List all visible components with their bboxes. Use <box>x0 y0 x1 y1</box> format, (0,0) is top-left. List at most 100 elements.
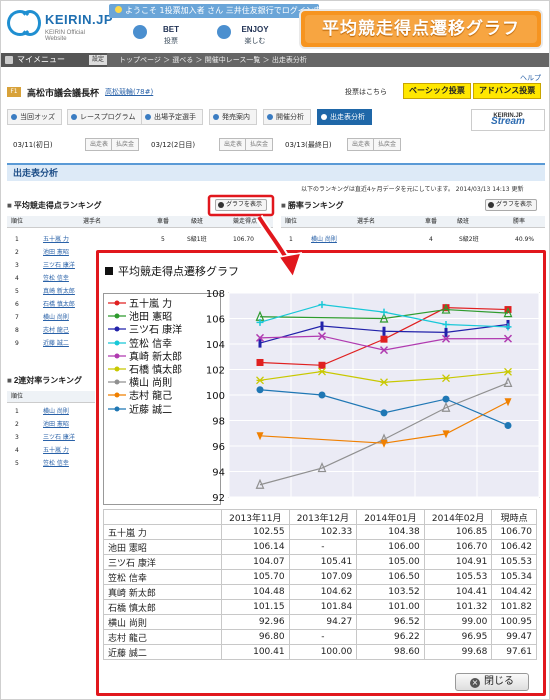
data-point <box>318 361 326 369</box>
score-cell: - <box>288 629 358 645</box>
score-cell: 106.50 <box>356 569 425 585</box>
logo-text: KEIRIN.JP <box>45 12 114 27</box>
score-cell: 100.95 <box>491 614 537 630</box>
y-tick-label: 104 <box>206 340 225 351</box>
tab-odds[interactable]: 当回オッズ <box>7 109 62 125</box>
row-rank: 5 <box>15 288 19 295</box>
keirin-logo[interactable]: KEIRIN.JP KEIRIN Official Website <box>7 8 113 42</box>
table-row: 近藤 誠二 100.41 100.00 98.60 99.68 97.61 <box>103 644 537 660</box>
column-header: 2014年02月 <box>423 509 493 525</box>
row-name-link[interactable]: 三ツ石 康洋 <box>43 261 75 271</box>
data-point <box>380 335 388 343</box>
settings-button[interactable]: 設定 <box>89 55 108 65</box>
score-cell: 100.41 <box>221 644 290 660</box>
data-point <box>320 321 324 331</box>
table-row: 横山 尚則 92.96 94.27 96.52 99.00 100.95 <box>103 614 537 630</box>
y-tick-label: 92 <box>212 493 225 504</box>
column-header: 現時点 <box>491 509 537 525</box>
tab-row: 当回オッズ レースプログラム 出場予定選手 発売案内 開催分析 出走表分析 <box>7 109 547 127</box>
tab-entries[interactable]: 出場予定選手 <box>141 109 203 125</box>
close-label: 閉じる <box>484 676 514 687</box>
nav-bet[interactable]: BET 投票 <box>129 21 213 49</box>
row-rank: 9 <box>15 340 19 347</box>
help-link[interactable]: ヘルプ <box>520 73 541 83</box>
score-cell: 106.42 <box>491 539 537 555</box>
day1-payout-button[interactable]: 払戻金 <box>111 138 140 151</box>
data-point <box>444 327 448 337</box>
row-name-link[interactable]: 五十嵐 力 <box>43 235 69 245</box>
venue-track-link[interactable]: 高松競輪(78#) <box>105 87 153 97</box>
tab-race-analysis[interactable]: 出走表分析 <box>317 109 372 125</box>
score-cell: 99.68 <box>423 644 493 660</box>
col-rank: 順位 <box>285 218 298 225</box>
row-name-link[interactable]: 横山 尚則 <box>311 235 337 245</box>
row-rank: 3 <box>15 262 19 269</box>
col-car: 車番 <box>157 218 170 225</box>
row-rank: 1 <box>289 236 293 243</box>
menu-bar: マイメニュー 設定 トップページ ＞ 選べる ＞ 開催中レース一覧 ＞ 出走表分… <box>1 53 549 67</box>
tab-sales[interactable]: 発売案内 <box>209 109 257 125</box>
row-name-link[interactable]: 近藤 誠二 <box>43 339 69 349</box>
keirin-stream-button[interactable]: KEIRIN.JP Stream <box>471 109 545 131</box>
y-tick-label: 106 <box>206 315 225 326</box>
avg-graph-button[interactable]: グラフを表示 <box>215 199 268 211</box>
tab-meet-analysis[interactable]: 開催分析 <box>263 109 311 125</box>
row-name-link[interactable]: 笠松 信幸 <box>43 459 69 469</box>
row-name-link[interactable]: 池田 憲昭 <box>43 248 69 258</box>
advance-vote-button[interactable]: アドバンス投票 <box>473 83 542 99</box>
y-tick-label: 98 <box>212 417 225 428</box>
score-cell: 101.84 <box>288 599 358 615</box>
score-cell: 96.95 <box>423 629 493 645</box>
row-name-link[interactable]: 横山 尚則 <box>43 313 69 323</box>
quinella-ranking-header: 順位 <box>7 391 95 403</box>
rider-name: 石橋 慎太郎 <box>103 599 222 615</box>
table-row: 志村 龍己 96.80-96.22 96.95 99.47 <box>103 629 537 645</box>
col-name: 選手名 <box>357 218 376 225</box>
quinella-ranking-title: 2連対率ランキング <box>7 375 82 386</box>
row-name-link[interactable]: 五十嵐 力 <box>43 446 69 456</box>
score-cell: 101.15 <box>221 599 290 615</box>
day2-entries-button[interactable]: 出走表 <box>219 138 248 151</box>
nav-enjoy[interactable]: ENJOY 楽しむ <box>213 21 297 49</box>
breadcrumb[interactable]: トップページ ＞ 選べる ＞ 開催中レース一覧 ＞ 出走表分析 <box>119 53 307 67</box>
row-car: 5 <box>161 236 165 243</box>
info-icon <box>115 6 122 13</box>
title-badge: 平均競走得点遷移グラフ <box>299 9 543 49</box>
day1-entries-button[interactable]: 出走表 <box>85 138 114 151</box>
row-name-link[interactable]: 三ツ石 康洋 <box>43 433 75 443</box>
column-header: 2013年11月 <box>221 509 290 525</box>
day3-entries-button[interactable]: 出走表 <box>347 138 376 151</box>
score-cell: 99.00 <box>423 614 493 630</box>
row-name-link[interactable]: 志村 龍己 <box>43 326 69 336</box>
row-rank: 6 <box>15 301 19 308</box>
score-cell: 103.52 <box>356 584 425 600</box>
table-row: 三ツ石 康洋 104.07 105.41 105.00 104.91 105.53 <box>103 554 537 570</box>
col-name: 選手名 <box>83 218 102 225</box>
win-graph-button[interactable]: グラフを表示 <box>485 199 538 211</box>
score-cell: 100.00 <box>288 644 358 660</box>
row-name-link[interactable]: 真崎 新太郎 <box>43 287 75 297</box>
close-icon: × <box>470 678 480 688</box>
row-name-link[interactable]: 笠松 信幸 <box>43 274 69 284</box>
rider-name: 志村 龍己 <box>103 629 222 645</box>
score-cell: 98.60 <box>356 644 425 660</box>
row-name-link[interactable]: 横山 尚則 <box>43 407 69 417</box>
score-cell: - <box>288 539 358 555</box>
basic-vote-button[interactable]: ベーシック投票 <box>403 83 471 99</box>
tab-program[interactable]: レースプログラム <box>67 109 143 125</box>
day3-payout-button[interactable]: 払戻金 <box>373 138 402 151</box>
col-rate: 勝率 <box>513 218 526 225</box>
rider-name: 池田 憲昭 <box>103 539 222 555</box>
bet-icon <box>133 25 147 39</box>
day2-payout-button[interactable]: 払戻金 <box>245 138 274 151</box>
venue-row: F1 高松市議会議長杯 高松競輪(78#) 投票はこちら ベーシック投票 アドバ… <box>7 83 547 103</box>
row-rank: 3 <box>15 434 19 441</box>
row-name-link[interactable]: 石橋 慎太郎 <box>43 300 75 310</box>
row-name-link[interactable]: 池田 憲昭 <box>43 420 69 430</box>
score-cell: 101.00 <box>356 599 425 615</box>
close-button[interactable]: × 閉じる <box>455 673 529 691</box>
stream-top: KEIRIN.JP <box>493 113 523 119</box>
row-class: S級1班 <box>187 236 207 243</box>
score-cell: 104.38 <box>356 524 425 540</box>
table-row: 池田 憲昭 106.14-106.00 106.70 106.42 <box>103 539 537 555</box>
